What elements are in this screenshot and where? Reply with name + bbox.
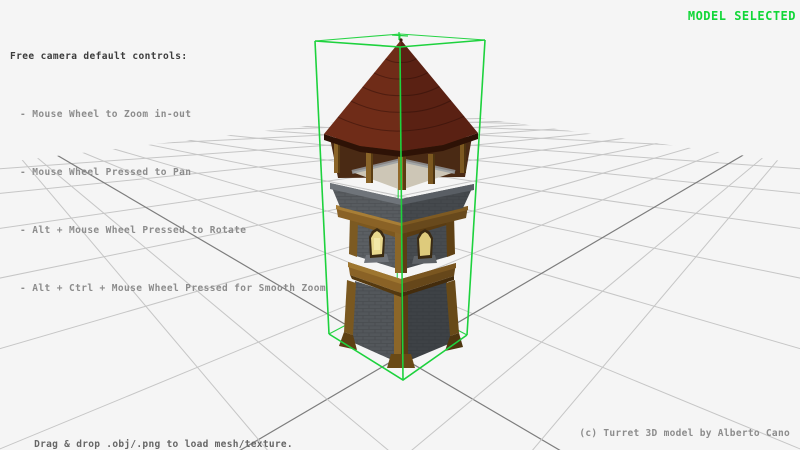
help-title: Free camera default controls: bbox=[10, 51, 326, 62]
drop-hint-text: Drag & drop .obj/.png to load mesh/textu… bbox=[34, 439, 293, 450]
help-item-zoom: - Mouse Wheel to Zoom in-out bbox=[20, 109, 326, 120]
credit-text: (c) Turret 3D model by Alberto Cano bbox=[579, 428, 790, 439]
footer-hint-bar: Drag & drop .obj/.png to load mesh/textu… bbox=[10, 428, 293, 450]
help-item-smooth: - Alt + Ctrl + Mouse Wheel Pressed for S… bbox=[20, 283, 326, 294]
help-item-pan: - Mouse Wheel Pressed to Pan bbox=[20, 167, 326, 178]
status-badge: MODEL SELECTED bbox=[688, 9, 796, 23]
help-item-rotate: - Alt + Mouse Wheel Pressed to Rotate bbox=[20, 225, 326, 236]
camera-help-panel: Free camera default controls: - Mouse Wh… bbox=[10, 13, 326, 332]
viewport-3d[interactable]: Free camera default controls: - Mouse Wh… bbox=[0, 0, 800, 450]
